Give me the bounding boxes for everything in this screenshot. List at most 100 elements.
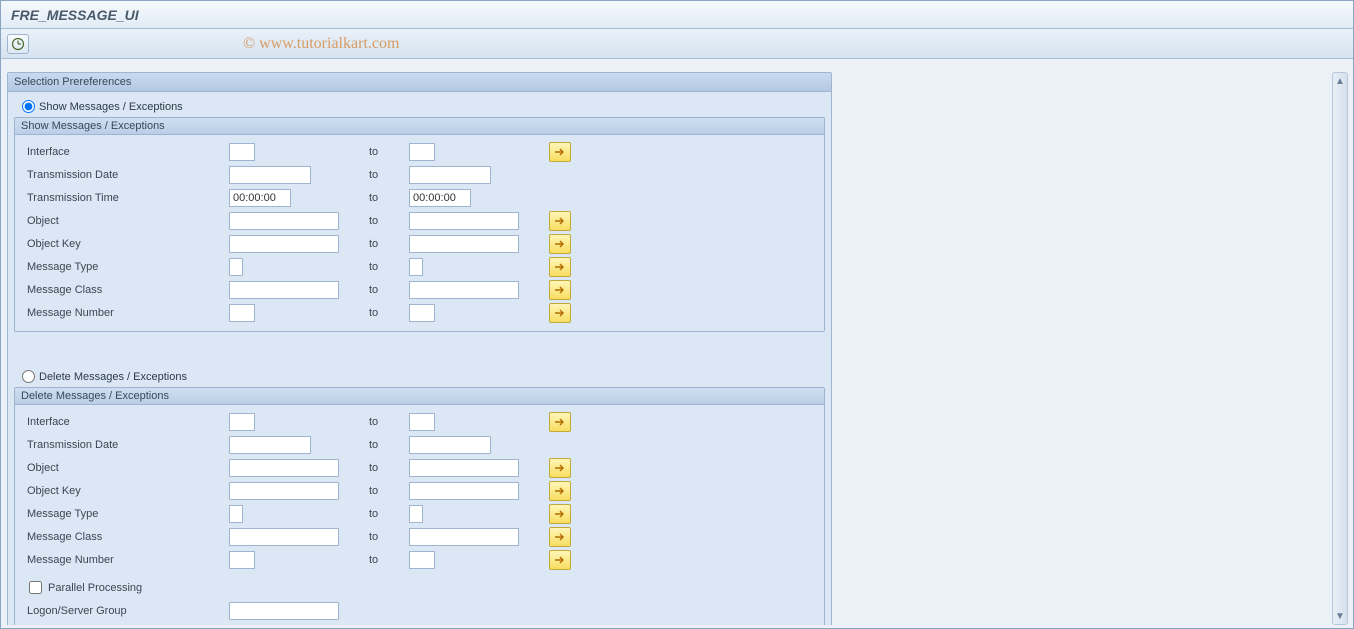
delete-messages-body: Interface to <box>15 405 824 625</box>
show-msgnumber-from-input[interactable] <box>229 304 255 322</box>
show-transdate-to-input[interactable] <box>409 166 491 184</box>
del-msgnumber-row: Message Number to <box>21 549 818 571</box>
del-msgclass-to-input[interactable] <box>409 528 519 546</box>
window-frame: FRE_MESSAGE_UI © www.tutorialkart.com Se… <box>0 0 1354 629</box>
show-msgtype-label: Message Type <box>21 261 229 273</box>
del-msgtype-multi-button[interactable] <box>549 504 571 524</box>
del-msgnumber-from-input[interactable] <box>229 551 255 569</box>
del-objectkey-from-input[interactable] <box>229 482 339 500</box>
show-interface-label: Interface <box>21 146 229 158</box>
logon-group-label: Logon/Server Group <box>21 605 229 617</box>
content-area: Selection Prereferences Show Messages / … <box>2 60 1352 627</box>
show-msgnumber-multi-button[interactable] <box>549 303 571 323</box>
del-msgnumber-to-label: to <box>369 554 409 566</box>
show-object-from-input[interactable] <box>229 212 339 230</box>
logon-group-input[interactable] <box>229 602 339 620</box>
arrow-right-icon <box>554 262 566 272</box>
show-objectkey-to-input[interactable] <box>409 235 519 253</box>
show-msgtype-to-input[interactable] <box>409 258 423 276</box>
delete-radio[interactable] <box>22 370 35 383</box>
show-msgclass-row: Message Class to <box>21 279 818 301</box>
del-msgtype-to-label: to <box>369 508 409 520</box>
del-msgtype-to-input[interactable] <box>409 505 423 523</box>
show-msgnumber-to-input[interactable] <box>409 304 435 322</box>
show-interface-to-input[interactable] <box>409 143 435 161</box>
show-radio[interactable] <box>22 100 35 113</box>
show-interface-from-input[interactable] <box>229 143 255 161</box>
arrow-right-icon <box>554 308 566 318</box>
show-msgclass-from-input[interactable] <box>229 281 339 299</box>
show-object-row: Object to <box>21 210 818 232</box>
delete-radio-label: Delete Messages / Exceptions <box>39 371 187 383</box>
show-interface-to-label: to <box>369 146 409 158</box>
show-transtime-to-input[interactable] <box>409 189 471 207</box>
del-interface-to-input[interactable] <box>409 413 435 431</box>
show-interface-multi-button[interactable] <box>549 142 571 162</box>
del-msgclass-from-input[interactable] <box>229 528 339 546</box>
arrow-right-icon <box>554 147 566 157</box>
show-radio-row: Show Messages / Exceptions <box>22 100 825 113</box>
del-transdate-to-label: to <box>369 439 409 451</box>
show-msgtype-multi-button[interactable] <box>549 257 571 277</box>
del-interface-multi-button[interactable] <box>549 412 571 432</box>
del-msgnumber-multi-button[interactable] <box>549 550 571 570</box>
show-messages-group: Show Messages / Exceptions Interface to <box>14 117 825 332</box>
del-msgtype-row: Message Type to <box>21 503 818 525</box>
del-interface-row: Interface to <box>21 411 818 433</box>
del-object-to-input[interactable] <box>409 459 519 477</box>
del-transdate-from-input[interactable] <box>229 436 311 454</box>
show-messages-header: Show Messages / Exceptions <box>15 118 824 135</box>
del-interface-from-input[interactable] <box>229 413 255 431</box>
del-transdate-to-input[interactable] <box>409 436 491 454</box>
show-msgnumber-label: Message Number <box>21 307 229 319</box>
show-object-to-label: to <box>369 215 409 227</box>
show-interface-row: Interface to <box>21 141 818 163</box>
show-msgnumber-to-label: to <box>369 307 409 319</box>
scroll-up-arrow-icon[interactable]: ▲ <box>1334 75 1346 87</box>
show-objectkey-multi-button[interactable] <box>549 234 571 254</box>
show-objectkey-to-label: to <box>369 238 409 250</box>
del-transdate-label: Transmission Date <box>21 439 229 451</box>
del-msgnumber-to-input[interactable] <box>409 551 435 569</box>
scroll-down-arrow-icon[interactable]: ▼ <box>1334 610 1346 622</box>
del-msgclass-multi-button[interactable] <box>549 527 571 547</box>
arrow-right-icon <box>554 216 566 226</box>
show-object-multi-button[interactable] <box>549 211 571 231</box>
content-scrollbar[interactable]: ▲ ▼ <box>1332 72 1348 625</box>
delete-radio-row: Delete Messages / Exceptions <box>22 370 825 383</box>
show-transtime-from-input[interactable] <box>229 189 291 207</box>
execute-button[interactable] <box>7 34 29 54</box>
del-object-from-input[interactable] <box>229 459 339 477</box>
show-transdate-from-input[interactable] <box>229 166 311 184</box>
del-objectkey-to-input[interactable] <box>409 482 519 500</box>
del-objectkey-row: Object Key to <box>21 480 818 502</box>
parallel-processing-checkbox[interactable] <box>29 581 42 594</box>
page-title: FRE_MESSAGE_UI <box>11 7 139 23</box>
del-msgtype-label: Message Type <box>21 508 229 520</box>
show-msgclass-label: Message Class <box>21 284 229 296</box>
show-radio-label: Show Messages / Exceptions <box>39 101 183 113</box>
show-msgnumber-row: Message Number to <box>21 302 818 324</box>
del-object-multi-button[interactable] <box>549 458 571 478</box>
delete-messages-header: Delete Messages / Exceptions <box>15 388 824 405</box>
del-msgclass-label: Message Class <box>21 531 229 543</box>
arrow-right-icon <box>554 285 566 295</box>
show-messages-body: Interface to <box>15 135 824 331</box>
del-msgclass-to-label: to <box>369 531 409 543</box>
show-object-to-input[interactable] <box>409 212 519 230</box>
logon-group-row: Logon/Server Group <box>21 600 818 622</box>
del-objectkey-multi-button[interactable] <box>549 481 571 501</box>
show-objectkey-from-input[interactable] <box>229 235 339 253</box>
clock-execute-icon <box>11 37 25 51</box>
show-objectkey-label: Object Key <box>21 238 229 250</box>
arrow-right-icon <box>554 509 566 519</box>
show-msgtype-from-input[interactable] <box>229 258 243 276</box>
show-msgclass-multi-button[interactable] <box>549 280 571 300</box>
del-interface-label: Interface <box>21 416 229 428</box>
show-msgclass-to-input[interactable] <box>409 281 519 299</box>
arrow-right-icon <box>554 417 566 427</box>
del-object-label: Object <box>21 462 229 474</box>
del-msgtype-from-input[interactable] <box>229 505 243 523</box>
show-transdate-label: Transmission Date <box>21 169 229 181</box>
show-msgtype-to-label: to <box>369 261 409 273</box>
